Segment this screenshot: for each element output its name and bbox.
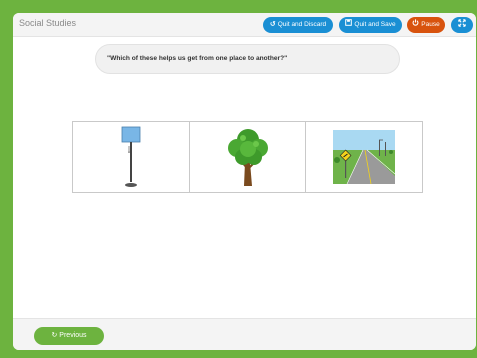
power-icon [412,17,419,33]
choice-floor-lamp[interactable] [73,122,190,192]
app-title: Social Studies [19,18,77,28]
pause-label: Pause [421,21,440,28]
expand-icon [458,17,466,33]
bottom-bar: ↻ Previous [13,318,476,350]
tree-image [227,129,268,186]
undo-icon: ↺ [269,21,276,28]
quit-and-save-button[interactable]: Quit and Save [339,17,402,33]
quit-and-discard-label: Quit and Discard [277,21,327,28]
pause-button[interactable]: Pause [407,17,445,33]
quit-and-save-label: Quit and Save [354,21,396,28]
app-frame: Social Studies ↺ Quit and Discard Quit a… [13,13,476,350]
question-text: "Which of these helps us get from one pl… [107,55,288,62]
back-arrow-icon: ↻ [51,332,58,339]
answer-choices [72,121,423,193]
previous-button[interactable]: ↻ Previous [34,327,104,345]
top-bar: Social Studies ↺ Quit and Discard Quit a… [13,13,476,37]
road-image [333,130,396,184]
previous-label: Previous [59,332,87,339]
floor-lamp-image [121,126,141,187]
question-box: "Which of these helps us get from one pl… [95,44,400,74]
choice-road[interactable] [306,122,423,192]
choice-tree[interactable] [189,122,307,192]
save-icon [345,17,353,33]
expand-button[interactable] [451,17,473,33]
quit-and-discard-button[interactable]: ↺ Quit and Discard [263,17,333,33]
